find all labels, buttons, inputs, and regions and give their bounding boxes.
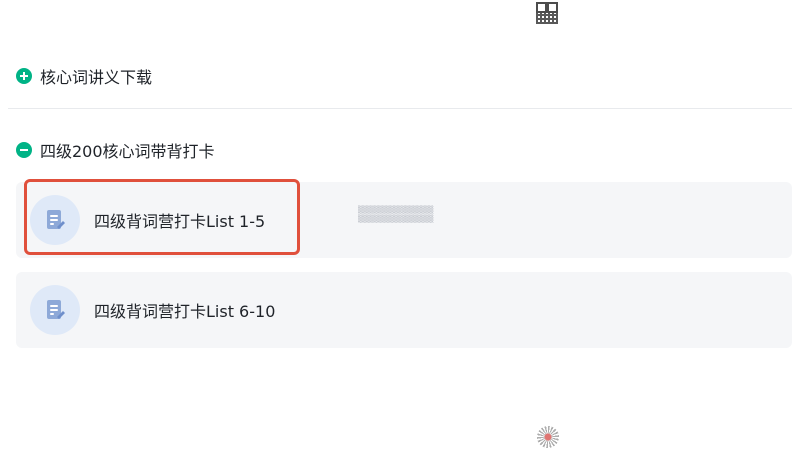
document-edit-icon bbox=[30, 195, 80, 245]
qr-code-icon bbox=[536, 2, 558, 24]
section-title: 核心词讲义下载 bbox=[40, 68, 153, 87]
lesson-title: 四级背词营打卡List 1-5 bbox=[94, 212, 266, 231]
minus-circle-icon[interactable] bbox=[16, 142, 32, 158]
course-page: 核心词讲义下载 四级200核心词带背打卡 四级背词营打卡List 1-5 ▒▒▒… bbox=[0, 0, 800, 450]
document-edit-icon bbox=[30, 285, 80, 335]
qr-code-icon bbox=[537, 426, 559, 448]
section-title: 四级200核心词带背打卡 bbox=[40, 142, 215, 161]
divider bbox=[8, 108, 792, 109]
section-header-core-words-checkin[interactable]: 四级200核心词带背打卡 bbox=[16, 138, 215, 162]
lesson-title: 四级背词营打卡List 6-10 bbox=[94, 302, 276, 321]
plus-circle-icon[interactable] bbox=[16, 68, 32, 84]
lesson-card-list-6-10[interactable]: 四级背词营打卡List 6-10 bbox=[16, 272, 792, 348]
section-header-lecture-download[interactable]: 核心词讲义下载 bbox=[16, 64, 152, 88]
watermark-text: ▒▒▒▒▒▒▒▒▒▒▒▒▒▒ ▒▒▒▒▒▒▒▒▒▒▒▒▒▒ bbox=[358, 206, 434, 223]
